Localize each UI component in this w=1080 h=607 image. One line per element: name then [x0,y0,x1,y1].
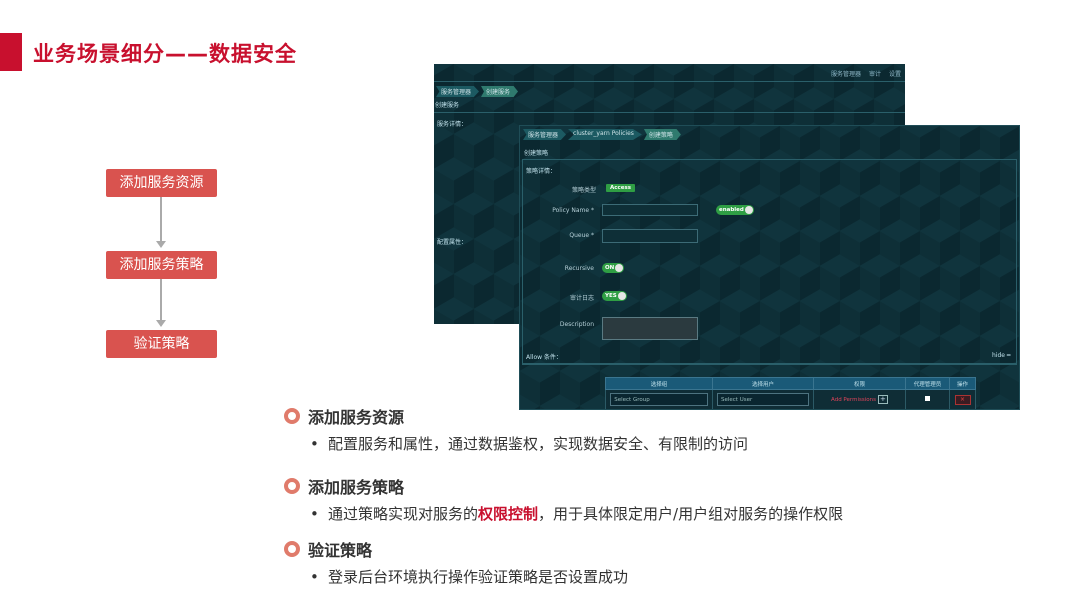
bullet-heading-add-policy: 添加服务策略 [284,474,404,498]
queue-label: Queue * [569,232,594,239]
queue-input[interactable] [602,229,698,243]
breadcrumb: 服务管理器 创建服务 [436,86,519,97]
flow-step-add-policy: 添加服务策略 [106,251,217,279]
bullet-text: ，用于具体限定用户/用户组对服务的操作权限 [538,505,844,523]
col-user: 选择用户 [712,377,814,390]
policy-type-badge: Access [606,184,636,192]
recursive-label: Recursive [564,265,594,272]
add-permissions-link[interactable]: Add Permissions [831,397,876,403]
top-nav: 服务管理器 审计 设置 [831,69,901,78]
policy-name-label: Policy Name * [552,207,594,214]
permissions-table: 选择组 选择用户 权限 代理管理员 操作 Select Group Select… [605,377,976,409]
plus-icon[interactable]: + [877,395,888,404]
screen-title: 创建策略 [524,150,549,157]
flow-arrow [156,197,166,248]
bullet-text: 通过策略实现对服务的 [328,505,479,523]
policy-name-input[interactable] [602,204,698,216]
policy-detail-heading: 策略详情： [526,168,557,175]
allow-conditions-heading: Allow 条件： [526,354,562,361]
description-label: Description [559,321,594,328]
ring-icon [284,478,300,494]
breadcrumb-item[interactable]: 服务管理器 [436,86,480,97]
policy-type-label: 策略类型 [571,187,596,194]
audit-log-toggle[interactable]: YES [602,291,627,301]
hide-link[interactable]: hide ═ [992,352,1011,359]
bullet-desc-add-resource: • 配置服务和属性，通过数据鉴权，实现数据安全、有限制的访问 [310,435,749,453]
bullet-title: 添加服务策略 [308,478,405,497]
bullet-heading-verify-policy: 验证策略 [284,537,372,561]
bullet-heading-add-resource: 添加服务资源 [284,404,404,428]
enabled-toggle[interactable]: enabled [716,205,754,215]
select-user-input[interactable]: Select User [717,393,809,406]
nav-audit[interactable]: 审计 [869,69,881,78]
bullet-text: 登录后台环境执行操作验证策略是否设置成功 [328,568,629,586]
flow-arrow [156,279,166,327]
recursive-toggle[interactable]: ON [602,263,625,273]
breadcrumb: 服务管理器 cluster_yarn Policies 创建策略 [523,129,681,140]
breadcrumb-item[interactable]: cluster_yarn Policies [568,129,642,140]
delegate-admin-checkbox[interactable] [925,396,930,401]
table-row: Select Group Select User Add Permissions… [605,389,976,409]
delete-row-button[interactable]: × [954,394,971,405]
policy-detail-panel [522,159,1017,364]
col-delegate-admin: 代理管理员 [905,377,950,390]
breadcrumb-item[interactable]: 创建策略 [643,129,681,140]
col-action: 操作 [949,377,976,390]
col-permissions: 权限 [813,377,906,390]
ring-icon [284,408,300,424]
bullet-desc-add-policy: • 通过策略实现对服务的权限控制，用于具体限定用户/用户组对服务的操作权限 [310,505,844,523]
highlight-text: 权限控制 [478,505,539,523]
bullet-text: 配置服务和属性，通过数据鉴权，实现数据安全、有限制的访问 [328,435,749,453]
nav-service-manager[interactable]: 服务管理器 [831,69,861,78]
breadcrumb-item[interactable]: 创建服务 [481,86,519,97]
bullet-title: 验证策略 [308,541,373,560]
create-policy-screenshot: 服务管理器 cluster_yarn Policies 创建策略 创建策略 策略… [519,125,1020,410]
audit-log-label: 审计日志 [569,295,594,302]
description-textarea[interactable] [602,317,698,340]
flow-step-add-resource: 添加服务资源 [106,169,217,197]
nav-settings[interactable]: 设置 [889,69,901,78]
bullet-desc-verify-policy: • 登录后台环境执行操作验证策略是否设置成功 [310,568,629,586]
breadcrumb-item[interactable]: 服务管理器 [523,129,567,140]
screen-title: 创建服务 [435,102,460,109]
config-props-heading: 配置属性： [437,239,468,246]
bullet-title: 添加服务资源 [308,408,405,427]
service-detail-heading: 服务详情： [437,121,468,128]
col-group: 选择组 [605,377,713,390]
select-group-input[interactable]: Select Group [610,393,708,406]
title-accent-bar [0,33,22,71]
ring-icon [284,541,300,557]
flow-step-verify-policy: 验证策略 [106,330,217,358]
page-title: 业务场景细分——数据安全 [33,42,297,66]
